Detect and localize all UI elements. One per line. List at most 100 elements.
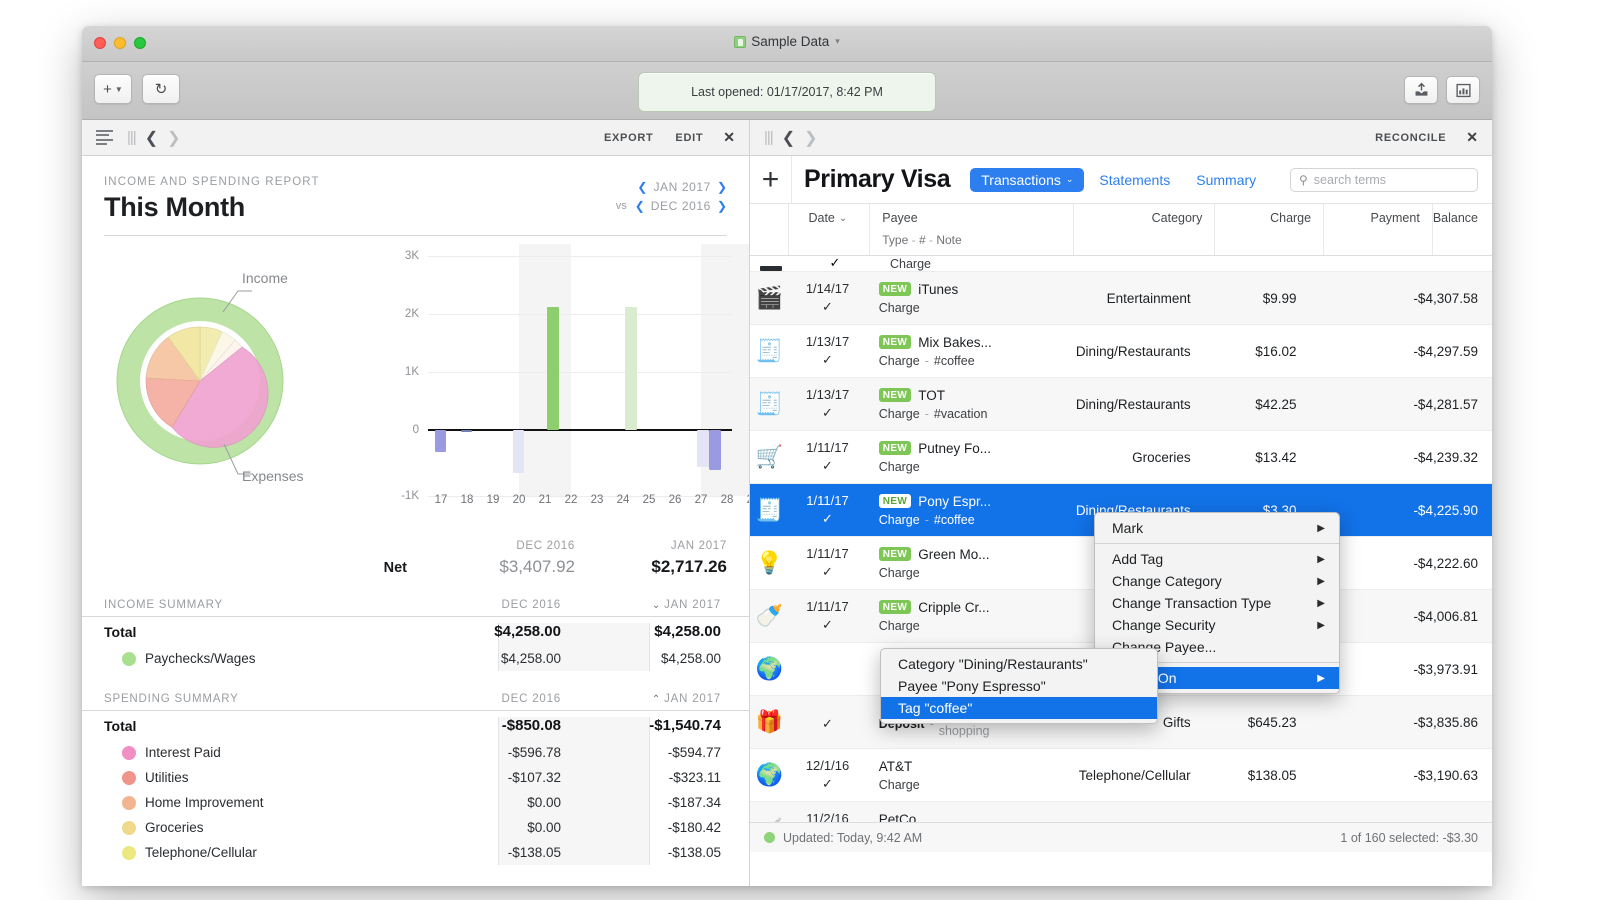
spending-row[interactable]: Telephone/Cellular -$138.05 -$138.05 xyxy=(82,840,749,865)
tab-summary[interactable]: Summary xyxy=(1185,168,1267,192)
table-row[interactable]: 🧾 1/13/17 ✓ NEW Mix Bakes... Charge - #coffe… xyxy=(750,325,1492,378)
prev-compare-icon[interactable]: ❮ xyxy=(635,197,645,216)
export-button[interactable]: EXPORT xyxy=(604,132,653,144)
transaction-payee-cell: NEW Mix Bakes... Charge - #coffee xyxy=(878,334,992,368)
close-report-icon[interactable]: ✕ xyxy=(723,129,735,146)
add-button[interactable]: + ▼ xyxy=(94,74,132,104)
col-payee-sub: Type - # - Note xyxy=(882,233,962,247)
transaction-charge: $10.00 xyxy=(1203,802,1309,823)
category-color-dot xyxy=(122,795,136,810)
spending-row-a: $0.00 xyxy=(527,820,561,835)
col-date[interactable]: Date ⌄ xyxy=(789,204,871,255)
back-button[interactable]: ❮ xyxy=(782,128,795,148)
table-row[interactable]: ✓ Charge xyxy=(750,256,1492,272)
globe-coin-icon: 🌍 xyxy=(755,656,783,681)
submenu-item-tag[interactable]: Tag "coffee" xyxy=(881,697,1157,719)
plus-icon: + xyxy=(103,80,112,98)
back-button[interactable]: ❮ xyxy=(145,128,158,148)
transaction-date-cell: ✓ xyxy=(822,715,833,731)
xtick-26: 26 xyxy=(668,494,682,506)
table-row[interactable]: 🌍 12/1/16 ✓ AT&T Charge Telephone/Cellula… xyxy=(750,749,1492,802)
table-row[interactable]: 🎬 1/14/17 ✓ NEW iTunes Charge Entertainmen… xyxy=(750,272,1492,325)
import-button[interactable] xyxy=(1404,76,1438,104)
xtick-27: 27 xyxy=(694,494,708,506)
donut-income-label: Income xyxy=(242,270,288,286)
submenu-arrow-icon: ▶ xyxy=(1317,522,1325,534)
income-col-a-header[interactable]: DEC 2016 xyxy=(423,599,575,611)
menu-item-change-category[interactable]: Change Category ▶ xyxy=(1095,570,1339,592)
report-button[interactable] xyxy=(1446,76,1480,104)
sync-status-icon xyxy=(764,832,775,843)
new-badge: NEW xyxy=(878,547,912,561)
menu-item-change-security[interactable]: Change Security ▶ xyxy=(1095,614,1339,636)
menu-item-add-tag[interactable]: Add Tag ▶ xyxy=(1095,548,1339,570)
col-balance[interactable]: Balance xyxy=(1433,204,1492,255)
new-badge: NEW xyxy=(878,494,912,508)
tab-transactions[interactable]: Transactions ⌄ xyxy=(970,167,1085,192)
forward-button[interactable]: ❯ xyxy=(804,128,817,148)
ytick-1k: 1K xyxy=(404,366,419,378)
chevron-down-icon: ⌄ xyxy=(1065,174,1074,184)
chevron-down-icon[interactable]: ▾ xyxy=(835,36,840,47)
table-row[interactable]: 🧾 1/13/17 ✓ NEW TOT Charge - #vacation Dinin… xyxy=(750,378,1492,431)
submenu-item-payee[interactable]: Payee "Pony Espresso" xyxy=(881,675,1157,697)
income-col-b-header[interactable]: ⌄ JAN 2017 xyxy=(575,599,727,611)
spending-row[interactable]: Home Improvement $0.00 -$187.34 xyxy=(82,790,749,815)
tab-statements[interactable]: Statements xyxy=(1088,168,1181,192)
col-payee[interactable]: Payee Type - # - Note xyxy=(870,204,1074,255)
list-view-icon[interactable] xyxy=(96,129,113,146)
col-charge[interactable]: Charge xyxy=(1215,204,1325,255)
search-input[interactable]: search terms xyxy=(1314,173,1386,187)
edit-button[interactable]: EDIT xyxy=(675,132,703,144)
transaction-date-cell: 1/11/17 ✓ xyxy=(806,599,849,632)
xtick-18: 18 xyxy=(460,494,474,506)
document-title-area[interactable]: Sample Data ▾ xyxy=(82,34,1492,49)
zero-axis-line xyxy=(428,429,732,431)
refresh-button[interactable]: ↻ xyxy=(142,74,180,104)
document-icon xyxy=(734,35,747,48)
bar-22-positive xyxy=(547,307,559,430)
submenu-item-category[interactable]: Category "Dining/Restaurants" xyxy=(881,653,1157,675)
add-transaction-button[interactable]: + xyxy=(750,156,792,204)
menu-item-mark[interactable]: Mark ▶ xyxy=(1095,517,1339,539)
table-row[interactable]: 🛒 1/11/17 ✓ NEW Putney Fo... Charge Grocer… xyxy=(750,431,1492,484)
income-row[interactable]: Paychecks/Wages $4,258.00 $4,258.00 xyxy=(82,646,749,671)
toolbar-right-group xyxy=(1404,76,1480,104)
context-submenu[interactable]: Category "Dining/Restaurants" Payee "Pon… xyxy=(880,648,1158,724)
sort-caret-icon: ⌄ xyxy=(651,600,662,611)
menu-separator xyxy=(1095,543,1339,544)
ytick-0: 0 xyxy=(412,424,419,436)
close-ledger-icon[interactable]: ✕ xyxy=(1466,129,1478,146)
bar-25-compare-positive xyxy=(625,307,637,430)
spending-row[interactable]: Groceries $0.00 -$180.42 xyxy=(82,815,749,840)
transaction-balance: -$4,006.81 xyxy=(1413,608,1478,624)
sort-caret-icon: ⌃ xyxy=(651,694,662,705)
spending-row-b: -$187.34 xyxy=(667,795,721,810)
net-label: Net xyxy=(383,560,407,576)
receipt-icon: 🧾 xyxy=(755,497,783,522)
search-box[interactable]: ⚲ search terms xyxy=(1290,167,1478,192)
app-window: Sample Data ▾ + ▼ ↻ Last opened: 01/17/2… xyxy=(82,26,1492,886)
next-compare-icon[interactable]: ❯ xyxy=(717,197,727,216)
category-color-dot xyxy=(122,820,136,835)
transaction-balance: -$4,225.90 xyxy=(1413,502,1478,518)
spending-col-a-header[interactable]: DEC 2016 xyxy=(423,693,575,705)
forward-button[interactable]: ❯ xyxy=(167,128,180,148)
spending-row[interactable]: Utilities -$107.32 -$323.11 xyxy=(82,765,749,790)
spending-total-a: -$850.08 xyxy=(501,717,561,734)
reconcile-button[interactable]: RECONCILE xyxy=(1375,132,1446,144)
col-payment[interactable]: Payment xyxy=(1324,204,1433,255)
spending-row-a: -$138.05 xyxy=(507,845,561,860)
next-period-icon[interactable]: ❯ xyxy=(717,178,727,197)
prev-period-icon[interactable]: ❮ xyxy=(637,178,647,197)
menu-item-change-transaction-type[interactable]: Change Transaction Type ▶ xyxy=(1095,592,1339,614)
spending-row-a: -$596.78 xyxy=(507,745,561,760)
col-category[interactable]: Category xyxy=(1074,204,1216,255)
spending-row[interactable]: Interest Paid -$596.78 -$594.77 xyxy=(82,740,749,765)
transaction-category: Pets/Pet Care xyxy=(1065,802,1203,823)
columns-icon[interactable]: ||| xyxy=(764,129,774,146)
table-row[interactable]: 🥣 11/2/16✓ PetCo Charge Pets/Pet Care $1… xyxy=(750,802,1492,822)
refresh-icon: ↻ xyxy=(154,81,168,98)
spending-col-b-header[interactable]: ⌃ JAN 2017 xyxy=(575,693,727,705)
columns-icon[interactable]: ||| xyxy=(127,129,137,146)
